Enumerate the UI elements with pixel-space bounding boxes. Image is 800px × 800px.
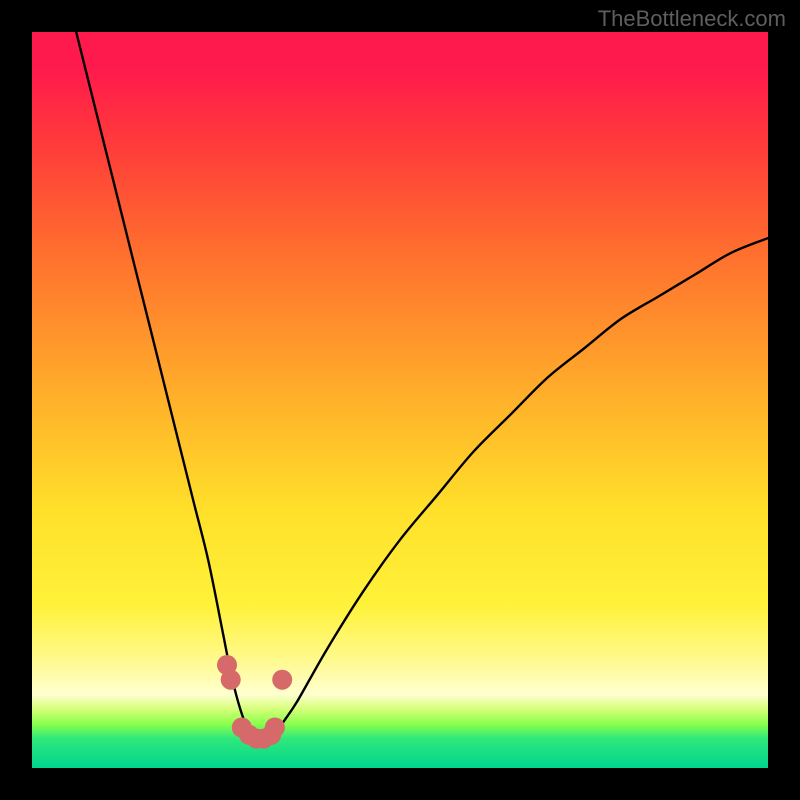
curve-layer [32,32,768,768]
marker-dot [221,670,241,690]
bottleneck-curve-path [76,32,768,743]
marker-dot [265,718,285,738]
chart-frame: TheBottleneck.com [0,0,800,800]
plot-area [32,32,768,768]
watermark-text: TheBottleneck.com [598,6,786,32]
marker-dot [272,670,292,690]
marker-dots-group [217,655,292,749]
